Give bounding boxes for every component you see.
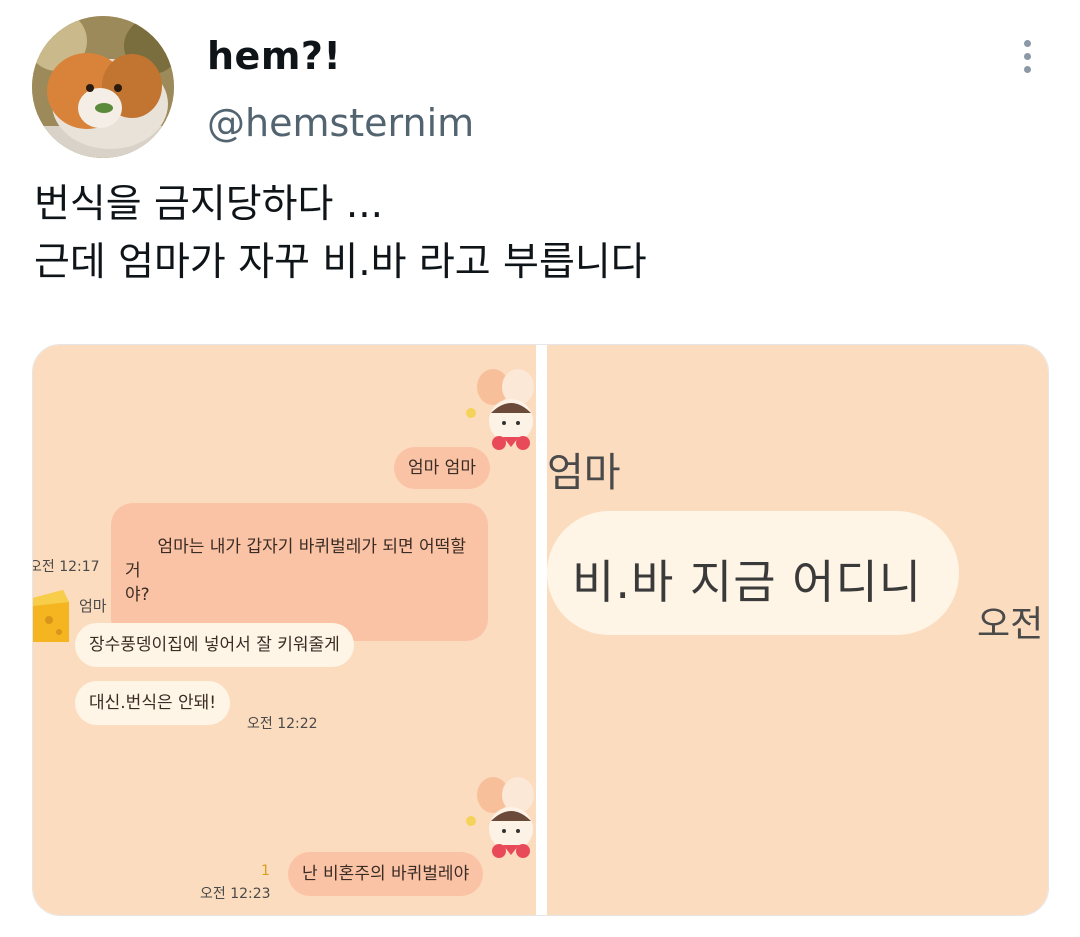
chat-bubble-sent: 엄마는 내가 갑자기 바퀴벌레가 되면 어떡할거 야? bbox=[111, 503, 488, 641]
media-image-right[interactable]: 엄마 비.바 지금 어디니 오전 bbox=[547, 345, 1048, 915]
profile-avatar[interactable] bbox=[32, 16, 174, 158]
media-image-left[interactable]: 엄마 엄마 엄마는 내가 갑자기 바퀴벌레가 되면 어떡할거 야? 오전 12:… bbox=[33, 345, 536, 915]
chat-sender-name: 엄마 bbox=[79, 597, 107, 615]
chat-timestamp: 오전 12:17 bbox=[33, 559, 100, 575]
chat-message-text: 엄마 엄마 bbox=[408, 458, 476, 478]
chat-sender-name: 엄마 bbox=[547, 450, 621, 496]
tweet-text-line: 근데 엄마가 자꾸 비.바 라고 부릅니다 bbox=[34, 240, 647, 285]
display-name[interactable]: hem?! bbox=[207, 34, 341, 78]
unread-count: 1 bbox=[261, 863, 270, 879]
guinea-pig-avatar-icon bbox=[32, 16, 174, 158]
tweet-media[interactable]: 엄마 엄마 엄마는 내가 갑자기 바퀴벌레가 되면 어떡할거 야? 오전 12:… bbox=[32, 344, 1049, 916]
chat-timestamp: 오전 12:22 bbox=[247, 716, 318, 732]
chat-message-text: 난 비혼주의 바퀴벌레야 bbox=[302, 864, 470, 884]
chat-bubble-received: 장수풍뎅이집에 넣어서 잘 키워줄게 bbox=[75, 623, 354, 667]
chat-timestamp: 오전 bbox=[977, 604, 1044, 645]
more-options-icon[interactable] bbox=[1016, 40, 1038, 78]
tweet-text-line: 번식을 금지당하다 ... bbox=[34, 182, 384, 227]
chat-bubble-received: 대신.번식은 안돼! bbox=[75, 681, 231, 725]
cheese-profile-icon bbox=[33, 590, 69, 642]
chat-message-text: 엄마는 내가 갑자기 바퀴벌레가 되면 어떡할거 야? bbox=[125, 537, 466, 605]
chat-bubble-sent: 난 비혼주의 바퀴벌레야 bbox=[288, 852, 484, 896]
chat-bubble-sent: 엄마 엄마 bbox=[394, 447, 490, 489]
chat-timestamp: 오전 12:23 bbox=[200, 886, 271, 902]
chat-message-text: 장수풍뎅이집에 넣어서 잘 키워줄게 bbox=[89, 635, 340, 655]
chat-message-text: 대신.번식은 안돼! bbox=[89, 693, 217, 713]
chat-message-text: 비.바 지금 어디니 bbox=[572, 555, 923, 609]
tweet-text: 번식을 금지당하다 ... 근데 엄마가 자꾸 비.바 라고 부릅니다 bbox=[34, 176, 647, 292]
user-handle[interactable]: @hemsternim bbox=[207, 101, 474, 145]
